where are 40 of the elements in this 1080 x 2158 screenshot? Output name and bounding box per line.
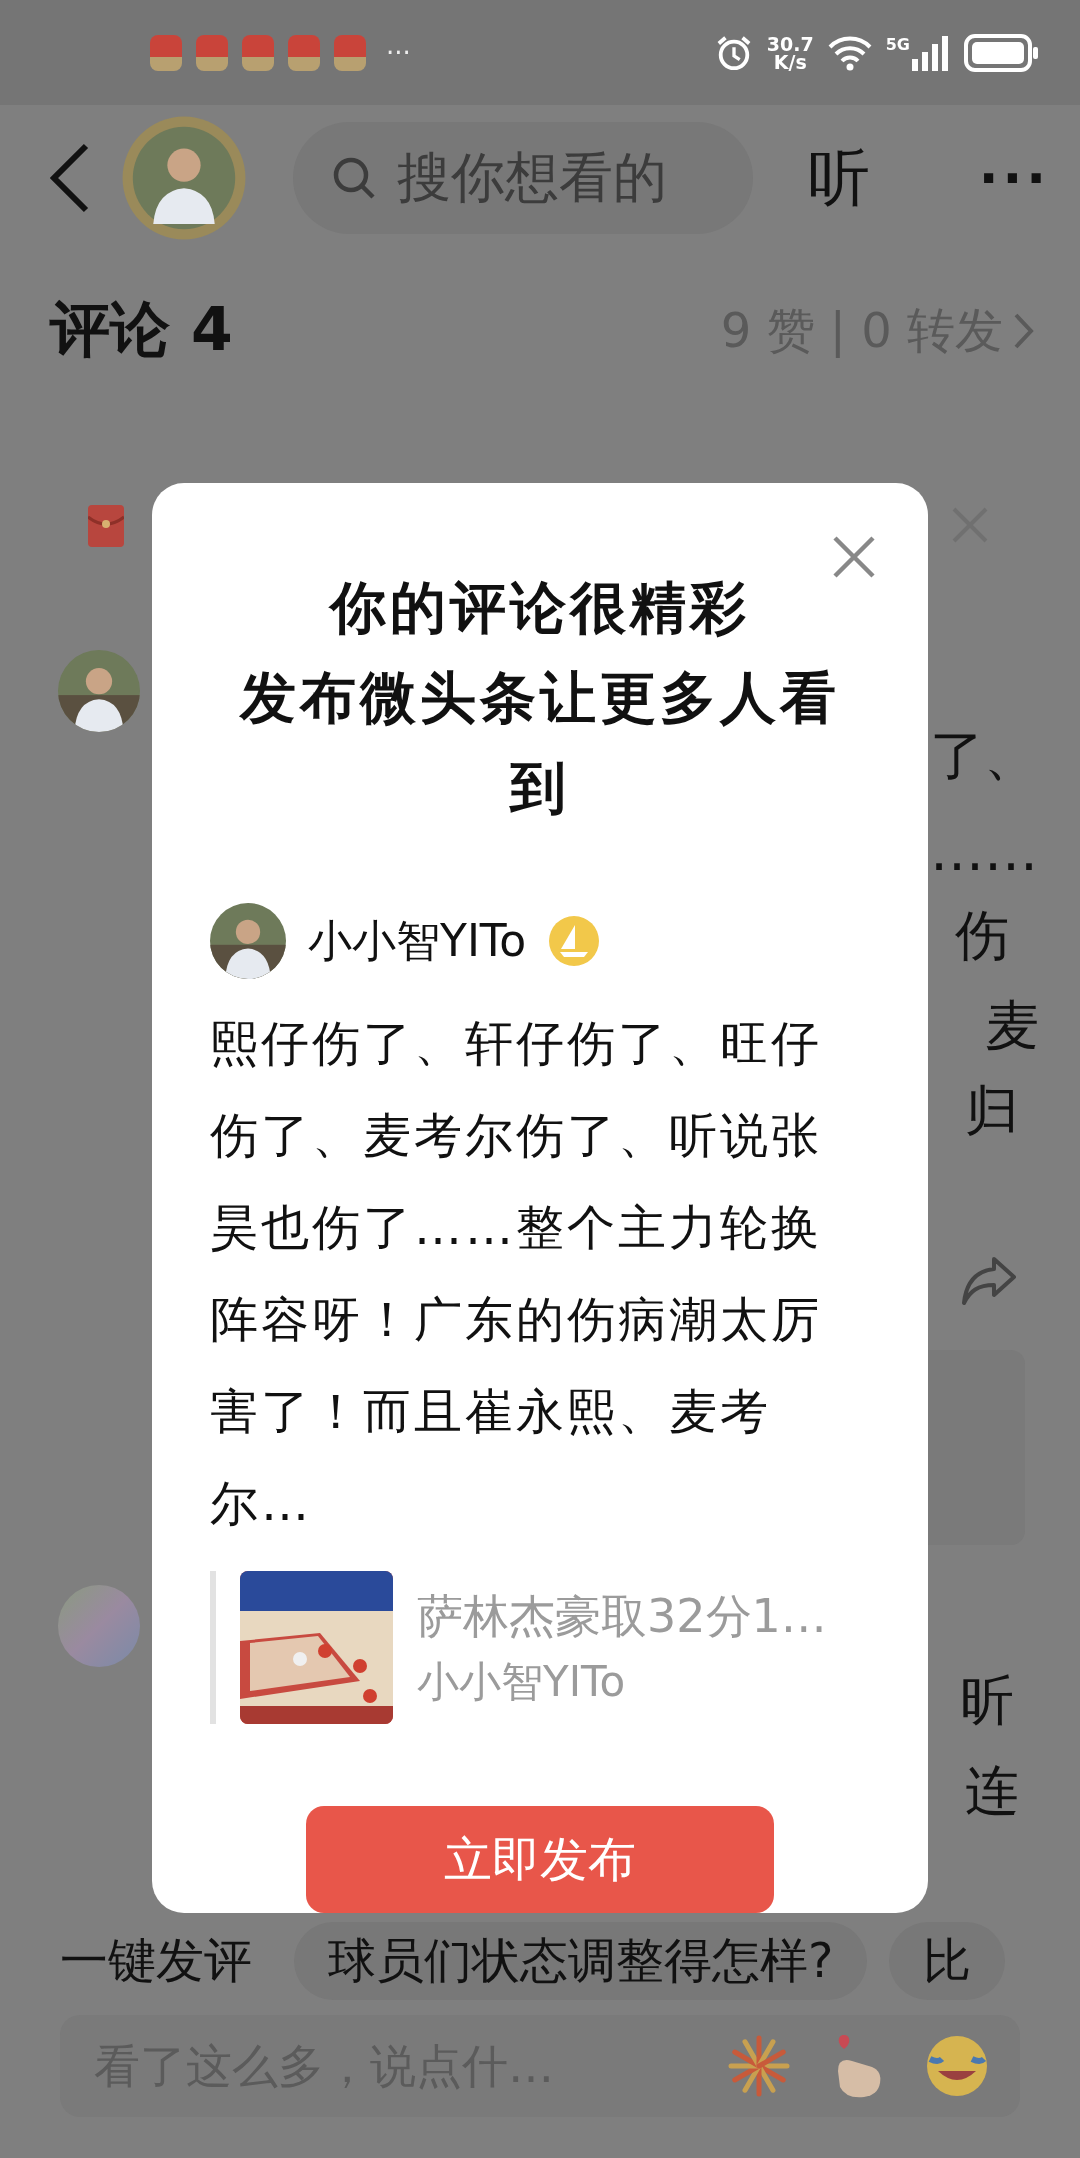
- comment-text-fragment: 伤: [955, 903, 1009, 969]
- search-field[interactable]: 搜你想看的: [293, 121, 753, 234]
- quoted-video-title: 萨林杰豪取32分1…: [417, 1587, 827, 1645]
- comment-text-fragment: 归: [965, 1078, 1019, 1144]
- speed-unit: K/s: [773, 52, 807, 71]
- quick-comment-label: 一键发评: [60, 1931, 252, 1990]
- app-notification-icon: [196, 34, 228, 71]
- signal-icon: [912, 34, 950, 71]
- publish-button[interactable]: 立即发布: [306, 1806, 774, 1913]
- wifi-icon: [827, 34, 872, 71]
- comment-text-fragment: 了、: [930, 723, 1038, 789]
- battery-icon: [964, 33, 1040, 72]
- search-input[interactable]: 搜你想看的: [395, 145, 729, 210]
- comment-text: 熙仔伤了、轩仔伤了、旺仔伤了、麦考尔伤了、听说张昊也伤了……整个主力轮换阵容呀！广东的伤病潮太厉害了！而且崔永熙、麦考尔…: [210, 1014, 823, 1533]
- username: 小小智YITo: [308, 913, 527, 968]
- dialog-title: 你的评论很精彩: [327, 574, 751, 642]
- comment-text-fragment: ……: [930, 820, 1038, 883]
- suggestion-chip[interactable]: 球员们状态调整得怎样?: [294, 1922, 868, 2000]
- quoted-video-author: 小小智YITo: [417, 1655, 627, 1708]
- comment-text-fragment: 昕: [960, 1668, 1014, 1734]
- comment-text-fragment: 麦: [985, 993, 1039, 1059]
- back-icon[interactable]: [50, 142, 90, 213]
- share-icon[interactable]: [960, 1255, 1018, 1307]
- envelope-icon: [88, 505, 124, 547]
- listen-button[interactable]: 听: [808, 135, 870, 220]
- comment-text-fragment: 连: [965, 1758, 1019, 1824]
- suggestion-chip[interactable]: 比: [889, 1922, 1006, 2000]
- comments-title: 评论 4: [50, 293, 233, 366]
- sailboat-badge-icon: [548, 915, 601, 967]
- app-notification-icon: [334, 34, 366, 71]
- dialog-title: 发布微头条让更多人看到: [238, 664, 841, 822]
- laughing-emoji-icon[interactable]: [924, 2033, 990, 2099]
- app-notification-icon: [242, 34, 274, 71]
- fireworks-icon[interactable]: [728, 2035, 790, 2097]
- network-speed: 30.7: [766, 34, 814, 53]
- app-notification-icon: [288, 34, 320, 71]
- app-notification-icon: [150, 34, 182, 71]
- more-notifications: ···: [386, 37, 411, 68]
- network-type: 5G: [885, 34, 910, 54]
- more-button[interactable]: ···: [978, 147, 1050, 208]
